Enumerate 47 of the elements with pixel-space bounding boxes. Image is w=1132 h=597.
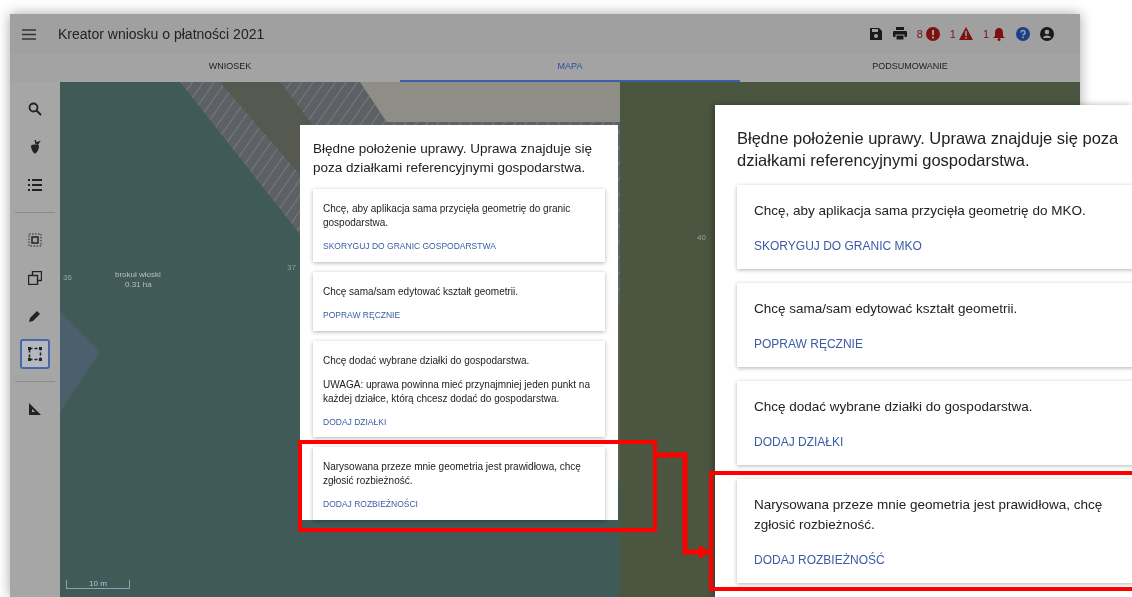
tab[interactable]: PODSUMOWANIE	[740, 54, 1080, 82]
option-text: Narysowana przeze mnie geometria jest prawidłowa, chcę zgłosić rozbieżność.	[323, 460, 582, 489]
option-text: Chcę, aby aplikacja sama przycięła geometrię do MKO.	[754, 202, 1087, 220]
save-icon[interactable]	[868, 27, 883, 41]
action-link[interactable]: DODAJ DZIAŁKI	[754, 433, 844, 451]
map-label: 0.31 ha	[125, 279, 152, 291]
bell-icon[interactable]	[992, 27, 1006, 41]
map-label: 40	[697, 232, 706, 244]
option-text: Chcę sama/sam edytować kształt geometrii.	[323, 284, 520, 299]
menu-icon[interactable]	[22, 28, 36, 40]
action-link[interactable]: SKORYGUJ DO GRANIC GOSPODARSTWA	[323, 240, 496, 253]
action-link[interactable]: DODAJ ROZBIEŻNOŚCI	[323, 498, 418, 511]
search-icon	[28, 102, 42, 116]
pencil-icon	[28, 309, 42, 323]
dashed-rectangle-icon	[28, 347, 42, 361]
print-icon[interactable]	[892, 27, 907, 41]
account-icon[interactable]	[1040, 27, 1054, 41]
option-text: Chcę dodać wybrane działki do gospodarstwa.	[754, 398, 1034, 416]
overlapping-squares-icon	[28, 271, 42, 285]
scale-bar: 10 m	[66, 580, 130, 589]
action-link[interactable]: POPRAW RĘCZNIE	[754, 335, 863, 353]
status-count: 8	[916, 26, 923, 42]
action-link[interactable]: DODAJ ROZBIEŻNOŚĆ	[754, 551, 885, 569]
map-label: 37	[287, 262, 296, 274]
option-text: Chcę sama/sam edytować kształt geometrii.	[754, 300, 1019, 318]
dialog-title: Błędne położenie uprawy. Uprawa znajduje się poza działkami referencyjnymi gospodarstwa.	[313, 140, 593, 177]
map-label: 36	[63, 272, 72, 284]
status-count: 1	[982, 26, 989, 42]
app-title: Kreator wniosku o płatności 2021	[58, 24, 265, 44]
action-link[interactable]: POPRAW RĘCZNIE	[323, 308, 401, 322]
map-label: brokuł włoski	[115, 269, 161, 281]
dialog-title: Błędne położenie uprawy. Uprawa znajduje się poza działkami referencyjnymi gospodarstwa.	[737, 128, 1120, 171]
tab[interactable]: WNIOSEK	[60, 54, 400, 82]
action-link[interactable]: DODAJ DZIAŁKI	[323, 415, 387, 429]
tool-button[interactable]	[20, 339, 50, 369]
option-text: Chcę dodać wybrane działki do gospodarstwa.	[323, 353, 531, 368]
list-icon	[28, 178, 42, 192]
selection-icon	[28, 233, 42, 247]
warning-icon[interactable]	[958, 27, 973, 41]
option-text: Narysowana przeze mnie geometria jest prawidłowa, chcę zgłosić rozbieżność.	[754, 496, 1104, 534]
beet-icon	[28, 140, 42, 154]
status-count: 1	[949, 26, 956, 42]
help-icon[interactable]	[1016, 27, 1030, 41]
action-link[interactable]: SKORYGUJ DO GRANIC MKO	[754, 237, 922, 255]
error-icon[interactable]	[925, 27, 940, 41]
warning-note: UWAGA: uprawa powinna mieć przynajmniej jeden punkt na każdej działce, którą chcesz dodać do gospodarstwa.	[323, 377, 591, 406]
option-text: Chcę, aby aplikacja sama przycięła geometrię do granic gospodarstwa.	[323, 202, 572, 230]
